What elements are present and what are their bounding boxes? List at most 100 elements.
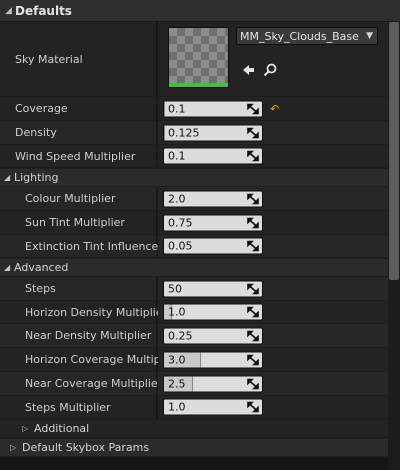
density-row: Density 0.125: [0, 121, 388, 145]
coverage-label: Coverage: [15, 102, 68, 115]
expand-triangle-icon: ▷: [22, 424, 29, 433]
near-density-label: Near Density Multiplier: [25, 329, 152, 342]
horizon-coverage-value: 3.0: [168, 353, 186, 366]
lighting-title: Lighting: [14, 171, 59, 184]
wind-speed-name-cell: Wind Speed Multiplier: [0, 145, 157, 167]
extinction-tint-row: Extinction Tint Influence 0.05: [0, 235, 388, 258]
horizon-density-input[interactable]: 1.0: [163, 303, 263, 321]
expand-arrows-icon: [247, 150, 259, 162]
colour-multiplier-value: 2.0: [168, 192, 186, 205]
steps-input[interactable]: 50: [163, 280, 263, 297]
steps-label: Steps: [25, 282, 56, 295]
expand-arrows-icon: [247, 127, 259, 138]
sun-tint-value-cell: 0.75: [158, 211, 388, 234]
steps-multiplier-input[interactable]: 1.0: [163, 398, 263, 416]
sun-tint-input[interactable]: 0.75: [163, 214, 263, 231]
horizon-density-name-cell: Horizon Density Multiplier: [0, 301, 167, 323]
arrow-left-icon[interactable]: [240, 62, 256, 78]
expand-arrows-icon: [247, 283, 259, 294]
density-label: Density: [15, 126, 57, 139]
colour-multiplier-name-cell: Colour Multiplier: [0, 187, 157, 210]
colour-multiplier-label: Colour Multiplier: [25, 192, 116, 205]
horizon-density-value: 1.0: [168, 305, 186, 319]
wind-speed-value: 0.1: [168, 149, 186, 163]
expand-arrows-icon: [247, 378, 259, 389]
density-input[interactable]: 0.125: [163, 124, 263, 141]
expand-arrows-icon: [247, 306, 259, 318]
colour-multiplier-row: Colour Multiplier 2.0: [0, 187, 388, 211]
near-coverage-value-cell: 2.5: [158, 372, 388, 395]
defaults-title: Defaults: [15, 3, 72, 18]
near-density-value: 0.25: [168, 329, 193, 342]
steps-row: Steps 50: [0, 277, 388, 301]
near-density-input[interactable]: 0.25: [163, 327, 263, 344]
expand-arrows-icon: [247, 354, 259, 365]
sky-material-name-cell: Sky Material: [0, 22, 157, 96]
collapse-triangle-icon: ◢: [4, 173, 11, 182]
steps-multiplier-row: Steps Multiplier 1.0: [0, 396, 388, 419]
asset-name: MM_Sky_Clouds_Base: [240, 29, 359, 43]
vertical-scrollbar[interactable]: [388, 22, 400, 470]
sky-material-row: Sky Material MM_Sky_Clouds_Base ▼: [0, 22, 388, 97]
near-density-name-cell: Near Density Multiplier: [0, 324, 157, 347]
steps-multiplier-label: Steps Multiplier: [25, 400, 111, 414]
wind-speed-label: Wind Speed Multiplier: [15, 149, 136, 163]
horizon-coverage-value-cell: 3.0: [158, 348, 388, 371]
colour-multiplier-input[interactable]: 2.0: [163, 190, 263, 207]
steps-name-cell: Steps: [0, 277, 157, 300]
chevron-down-icon: ▼: [366, 31, 373, 41]
extinction-tint-label: Extinction Tint Influence: [25, 239, 159, 253]
reset-arrow-icon[interactable]: ↶: [270, 102, 279, 115]
sun-tint-row: Sun Tint Multiplier 0.75: [0, 211, 388, 235]
sun-tint-value: 0.75: [168, 216, 193, 229]
material-thumbnail[interactable]: [168, 27, 229, 88]
coverage-input[interactable]: 0.1: [163, 100, 263, 117]
horizon-coverage-input[interactable]: 3.0: [163, 351, 263, 368]
density-value-cell: 0.125: [158, 121, 388, 144]
horizon-coverage-label: Horizon Coverage Multiplie: [25, 353, 174, 366]
steps-multiplier-value: 1.0: [168, 400, 186, 414]
expand-arrows-icon: [247, 103, 259, 114]
default-skybox-category-header[interactable]: ▷ Default Skybox Params: [0, 438, 388, 457]
expand-arrows-icon: [247, 240, 259, 252]
scrollbar-thumb[interactable]: [389, 22, 399, 280]
steps-value-cell: 50: [158, 277, 388, 300]
expand-arrows-icon: [247, 217, 259, 228]
near-coverage-row: Near Coverage Multiplier 2.5: [0, 372, 388, 396]
coverage-row: Coverage 0.1 ↶: [0, 97, 388, 121]
collapse-triangle-icon: ◢: [5, 5, 12, 16]
advanced-category-header[interactable]: ◢ Advanced: [0, 258, 388, 277]
advanced-title: Advanced: [14, 261, 69, 274]
near-coverage-name-cell: Near Coverage Multiplier: [0, 372, 162, 395]
lighting-category-header[interactable]: ◢ Lighting: [0, 168, 388, 187]
horizon-density-row: Horizon Density Multiplier 1.0: [0, 301, 388, 324]
search-icon[interactable]: [262, 62, 278, 78]
extinction-tint-input[interactable]: 0.05: [163, 237, 263, 255]
additional-title: Additional: [34, 422, 90, 435]
near-coverage-label: Near Coverage Multiplier: [25, 377, 163, 390]
default-skybox-title: Default Skybox Params: [22, 441, 150, 454]
expand-arrows-icon: [247, 401, 259, 413]
asset-picker-combo[interactable]: MM_Sky_Clouds_Base ▼: [236, 27, 378, 45]
density-value: 0.125: [168, 126, 200, 139]
near-coverage-input[interactable]: 2.5: [163, 375, 263, 392]
expand-triangle-icon: ▷: [10, 443, 17, 452]
near-density-value-cell: 0.25: [158, 324, 388, 347]
horizon-density-label: Horizon Density Multiplier: [25, 305, 168, 319]
additional-category-header[interactable]: ▷ Additional: [0, 419, 388, 438]
horizon-density-value-cell: 1.0: [158, 301, 388, 323]
defaults-category-header[interactable]: ◢ Defaults: [0, 0, 400, 22]
steps-value: 50: [168, 282, 182, 295]
near-density-row: Near Density Multiplier 0.25: [0, 324, 388, 348]
sky-material-value-cell: MM_Sky_Clouds_Base ▼: [158, 22, 388, 96]
sky-material-label: Sky Material: [15, 52, 83, 66]
extinction-tint-name-cell: Extinction Tint Influence: [0, 235, 159, 257]
sun-tint-label: Sun Tint Multiplier: [25, 216, 125, 229]
extinction-tint-value: 0.05: [168, 239, 193, 253]
expand-arrows-icon: [247, 330, 259, 341]
coverage-slider-fill: [164, 101, 165, 116]
sun-tint-name-cell: Sun Tint Multiplier: [0, 211, 157, 234]
collapse-triangle-icon: ◢: [4, 263, 11, 272]
wind-speed-value-cell: 0.1: [158, 145, 388, 167]
wind-speed-input[interactable]: 0.1: [163, 147, 263, 165]
